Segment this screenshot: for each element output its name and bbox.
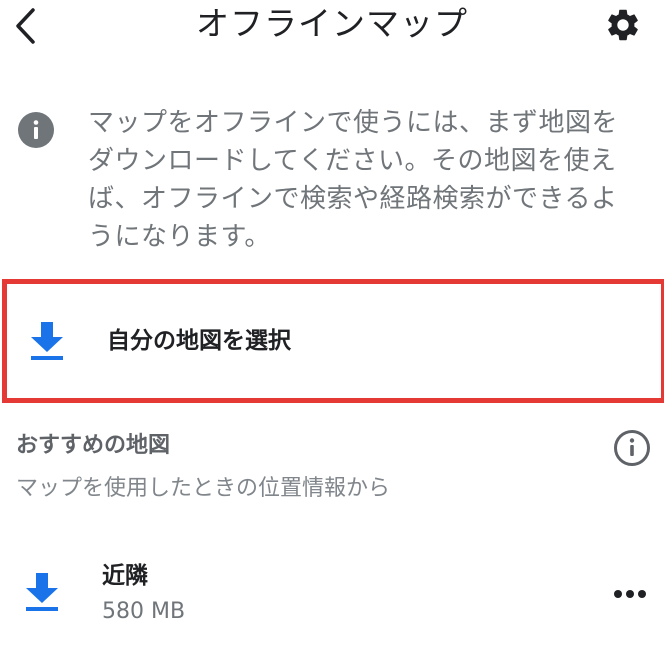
notice-text: マップをオフラインで使うには、まず地図を ダウンロードしてください。その地図を使… xyxy=(88,104,648,256)
download-icon[interactable] xyxy=(24,570,60,612)
info-icon xyxy=(18,112,54,148)
recommended-map-item[interactable]: 近隣 580 MB xyxy=(0,548,664,644)
page-title: オフラインマップ xyxy=(196,4,468,43)
notice-line: ダウンロードしてください。その地図を使え xyxy=(88,146,617,176)
map-item-name: 近隣 xyxy=(102,563,148,589)
more-horizontal-icon xyxy=(614,590,646,598)
recommended-maps-title: おすすめの地図 xyxy=(16,433,171,458)
map-item-size: 580 MB xyxy=(102,599,186,624)
notice-line: ば、オフラインで検索や経路検索ができるよ xyxy=(88,184,618,214)
gear-icon xyxy=(608,9,638,41)
app-header: オフラインマップ xyxy=(0,0,664,58)
more-options-button[interactable] xyxy=(605,574,655,614)
recommended-maps-subtitle: マップを使用したときの位置情報から xyxy=(16,476,391,501)
select-own-map-label: 自分の地図を選択 xyxy=(107,328,291,354)
select-own-map-button[interactable]: 自分の地図を選択 xyxy=(2,279,664,403)
offline-info-notice: マップをオフラインで使うには、まず地図を ダウンロードしてください。その地図を使… xyxy=(0,104,664,254)
notice-line: マップをオフラインで使うには、まず地図を xyxy=(88,108,619,138)
settings-button[interactable] xyxy=(601,5,645,45)
notice-line: うになります。 xyxy=(88,222,271,252)
info-outline-icon[interactable] xyxy=(613,429,651,467)
download-icon xyxy=(31,322,63,360)
